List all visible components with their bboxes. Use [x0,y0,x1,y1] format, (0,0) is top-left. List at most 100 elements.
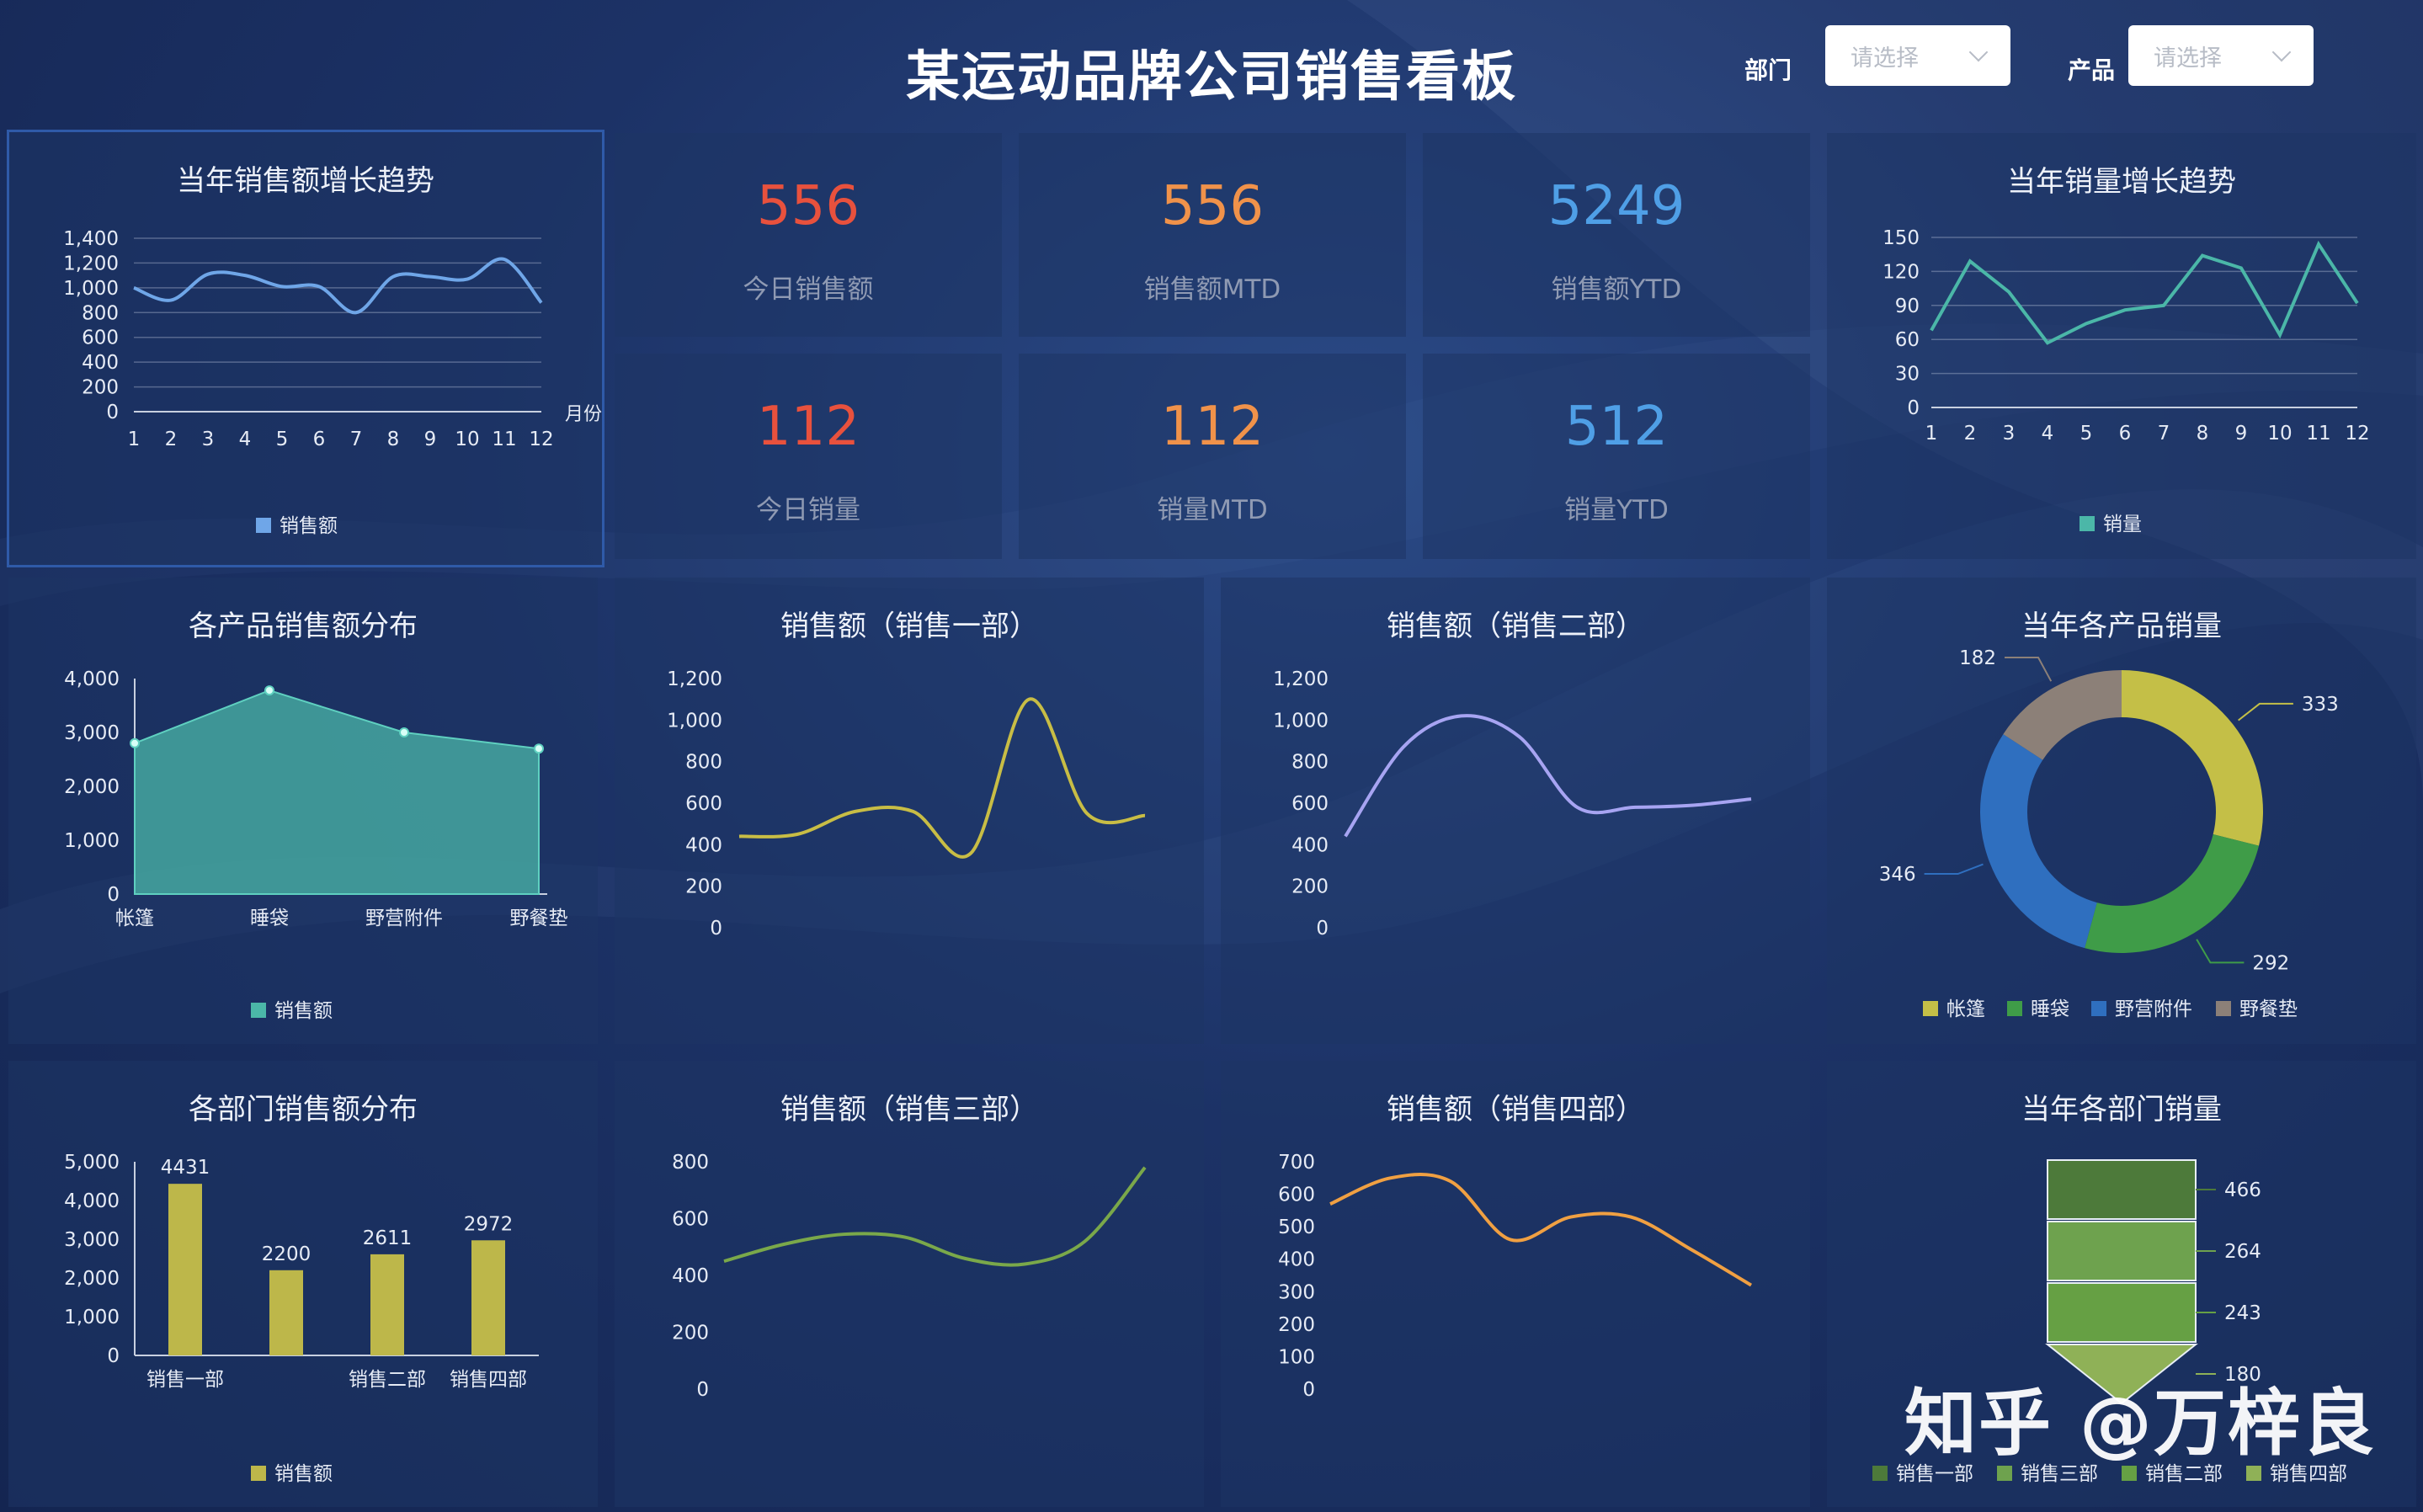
kpi-value: 5249 [1547,175,1685,237]
legend-swatch [251,1466,266,1481]
x-tick-label: 1 [128,429,141,450]
y-tick-label: 0 [106,402,119,423]
data-point [264,685,274,696]
kpi-label: 销量MTD [1157,495,1268,525]
x-tick-label: 9 [2235,423,2248,445]
product-select[interactable]: 请选择 [2128,25,2314,86]
dept-sales-panel[interactable]: 各部门销售额分布 0 1,000 2,000 3,000 4,000 5,000 4431 销… [8,1061,598,1507]
y-tick-label: 800 [82,302,119,324]
kpi-value: 556 [756,175,860,237]
dept1-sales-panel[interactable]: 销售额（销售一部） 0 200 400 600 800 1,000 1,200 [615,578,1204,1044]
kpi-today-sales: 556 今日销售额 [615,133,1002,337]
y-tick-label: 200 [685,876,722,898]
y-tick-label: 0 [107,1345,120,1367]
y-tick-label: 100 [1278,1346,1315,1368]
x-tick-label: 8 [387,429,400,450]
department-select[interactable]: 请选择 [1825,25,2010,86]
product-volume-panel[interactable]: 当年各产品销量 333 292 346 182 帐篷 睡袋 野营附件 野餐垫 [1827,578,2416,1044]
x-tick-label: 10 [455,429,479,450]
x-tick-label: 6 [313,429,326,450]
x-tick-label: 8 [2197,423,2209,445]
product-select-placeholder: 请选择 [2154,45,2222,72]
bar-data-label: 4431 [161,1157,210,1179]
y-tick-label: 600 [1291,793,1329,815]
dept2-sales-panel[interactable]: 销售额（销售二部） 0 200 400 600 800 1,000 1,200 [1221,578,1810,1044]
y-tick-label: 0 [1302,1379,1315,1401]
dept1-sales-chart: 0 200 400 600 800 1,000 1,200 [667,668,1146,940]
product-filter-label: 产品 [2068,56,2116,84]
x-tick-label: 10 [2267,423,2292,445]
header: 某运动品牌公司销售看板 部门 请选择 产品 请选择 [0,0,2423,135]
y-tick-label: 0 [107,884,120,906]
legend-label: 帐篷 [1946,998,1985,1020]
y-tick-label: 300 [1278,1281,1315,1303]
x-tick-label: 帐篷 [115,908,154,929]
funnel-data-label: 243 [2224,1302,2261,1324]
y-tick-label: 120 [1882,261,1920,283]
page-title: 某运动品牌公司销售看板 [906,46,1517,109]
kpi-value: 112 [1160,396,1265,458]
product-sales-panel[interactable]: 各产品销售额分布 0 1,000 2,000 3,000 4,000 帐篷 睡袋 野营附件 野餐… [8,578,598,1044]
bar [269,1270,303,1355]
x-tick-label: 6 [2119,423,2132,445]
kpi-sales-mtd: 556 销售额MTD [1019,133,1406,337]
legend-swatch [2007,1001,2022,1016]
volume-trend-panel[interactable]: 当年销量增长趋势 0 30 60 90 120 150 1 2 3 4 5 6 7 8 9 10 11 12 销量 [1827,133,2416,559]
bar [168,1184,202,1355]
x-axis-unit: 月份 [565,404,602,425]
dept-sales-chart: 0 1,000 2,000 3,000 4,000 5,000 4431 销售一部 2200 26… [64,1152,539,1485]
kpi-label: 销量YTD [1564,495,1669,525]
y-tick-label: 0 [710,918,722,940]
y-tick-label: 500 [1278,1217,1315,1238]
pie-data-label: 333 [2302,694,2339,716]
kpi-label: 今日销售额 [743,274,874,305]
x-tick-label: 销售一部 [146,1369,224,1391]
kpi-label: 今日销量 [756,495,860,525]
funnel-data-label: 466 [2224,1179,2261,1201]
y-tick-label: 400 [1291,834,1329,856]
y-tick-label: 60 [1895,329,1920,351]
legend-swatch [251,1003,266,1018]
legend-label: 销售额 [274,1463,333,1485]
x-tick-label: 11 [492,429,516,450]
y-tick-label: 600 [672,1209,709,1231]
bar-data-label: 2972 [464,1213,514,1235]
y-tick-label: 1,000 [63,278,119,300]
y-tick-label: 4,000 [64,1190,120,1212]
funnel-stage [2047,1282,2197,1343]
y-tick-label: 1,200 [1273,668,1329,690]
kpi-label: 销售额YTD [1551,274,1682,305]
series-line [738,697,1146,859]
sales-trend-chart: 02004006008001,0001,2001,4001 2 3 4 5 6 7 8 9 10 1… [63,228,602,537]
y-tick-label: 600 [685,793,722,815]
pie-leader-line [2005,657,2053,682]
y-tick-label: 700 [1278,1152,1315,1174]
y-tick-label: 0 [1907,397,1920,419]
pie-slice [2122,670,2263,846]
dept3-sales-chart: 0 200 400 600 800 [672,1152,1147,1401]
pie-data-label: 292 [2252,952,2289,974]
y-tick-label: 2,000 [64,776,120,798]
x-tick-label: 2 [165,429,178,450]
chevron-down-icon [1968,42,1989,62]
watermark: 知乎 @万梓良 [1904,1382,2376,1466]
data-point [130,737,140,748]
x-tick-label: 5 [2080,423,2093,445]
legend-label: 销售额 [280,515,338,537]
kpi-sales-ytd: 5249 销售额YTD [1423,133,1810,337]
dept3-sales-panel[interactable]: 销售额（销售三部） 0 200 400 600 800 [615,1061,1204,1507]
y-tick-label: 600 [82,327,119,349]
legend-label: 销售额 [274,1000,333,1022]
pie-data-label: 182 [1959,647,1996,669]
x-tick-label: 12 [2345,423,2369,445]
bar [471,1240,505,1355]
kpi-value: 112 [756,396,860,458]
pie-leader-line [2196,939,2245,964]
department-select-placeholder: 请选择 [1851,45,1919,72]
y-tick-label: 800 [685,752,722,774]
kpi-today-volume: 112 今日销量 [615,354,1002,559]
sales-trend-panel[interactable]: 当年销售额增长趋势 0 200 400 600 800 1,000 1,200 1,400 1 2… [7,130,604,567]
x-tick-label: 11 [2306,423,2330,445]
dept4-sales-panel[interactable]: 销售额（销售四部） 0 100 200 300 400 500 600 700 [1221,1061,1810,1507]
x-tick-label: 4 [2042,423,2054,445]
